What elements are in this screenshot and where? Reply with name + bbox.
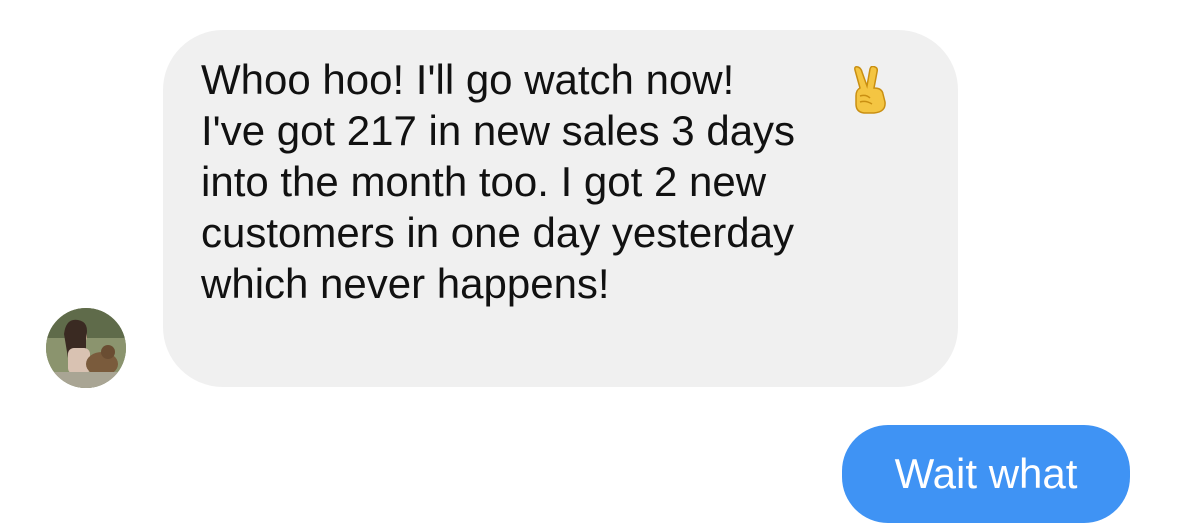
- incoming-message-text: Whoo hoo! I'll go watch now! I've got 21…: [201, 56, 796, 307]
- message-thread: Whoo hoo! I'll go watch now! I've got 21…: [0, 0, 1200, 532]
- outgoing-message-text: Wait what: [894, 450, 1078, 497]
- avatar-photo: [46, 308, 126, 388]
- outgoing-message-bubble[interactable]: Wait what: [842, 425, 1130, 523]
- victory-hand-icon: [848, 65, 892, 119]
- incoming-message-bubble[interactable]: Whoo hoo! I'll go watch now! I've got 21…: [163, 30, 958, 387]
- avatar[interactable]: [46, 308, 126, 388]
